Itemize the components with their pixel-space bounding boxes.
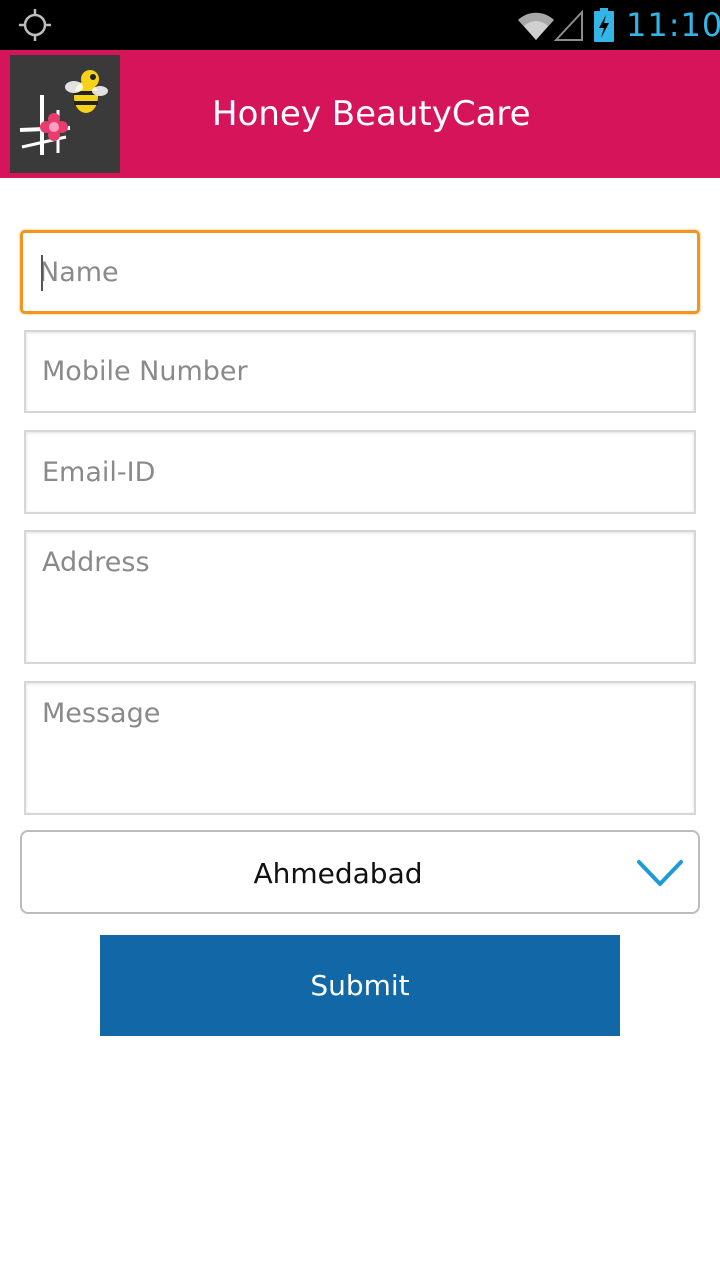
chevron-down-icon — [637, 860, 683, 886]
status-clock: 11:10 — [626, 6, 720, 44]
city-dropdown-value: Ahmedabad — [253, 857, 423, 890]
submit-button[interactable]: Submit — [100, 935, 620, 1036]
city-dropdown[interactable]: Ahmedabad — [20, 830, 700, 914]
app-logo — [10, 55, 120, 173]
battery-charging-icon — [594, 8, 614, 42]
bee-flower-logo — [10, 55, 120, 173]
mobile-number-field[interactable] — [24, 330, 696, 413]
app-title: Honey BeautyCare — [212, 94, 531, 134]
message-field[interactable] — [24, 681, 696, 815]
signal-icon — [554, 9, 583, 41]
status-bar: 11:10 — [0, 0, 720, 50]
text-cursor — [41, 255, 43, 291]
email-field[interactable] — [24, 430, 696, 514]
gps-icon — [19, 9, 51, 41]
name-field[interactable] — [20, 230, 700, 314]
address-field[interactable] — [24, 530, 696, 664]
wifi-icon — [518, 12, 554, 41]
app-header: Honey BeautyCare — [0, 50, 720, 178]
